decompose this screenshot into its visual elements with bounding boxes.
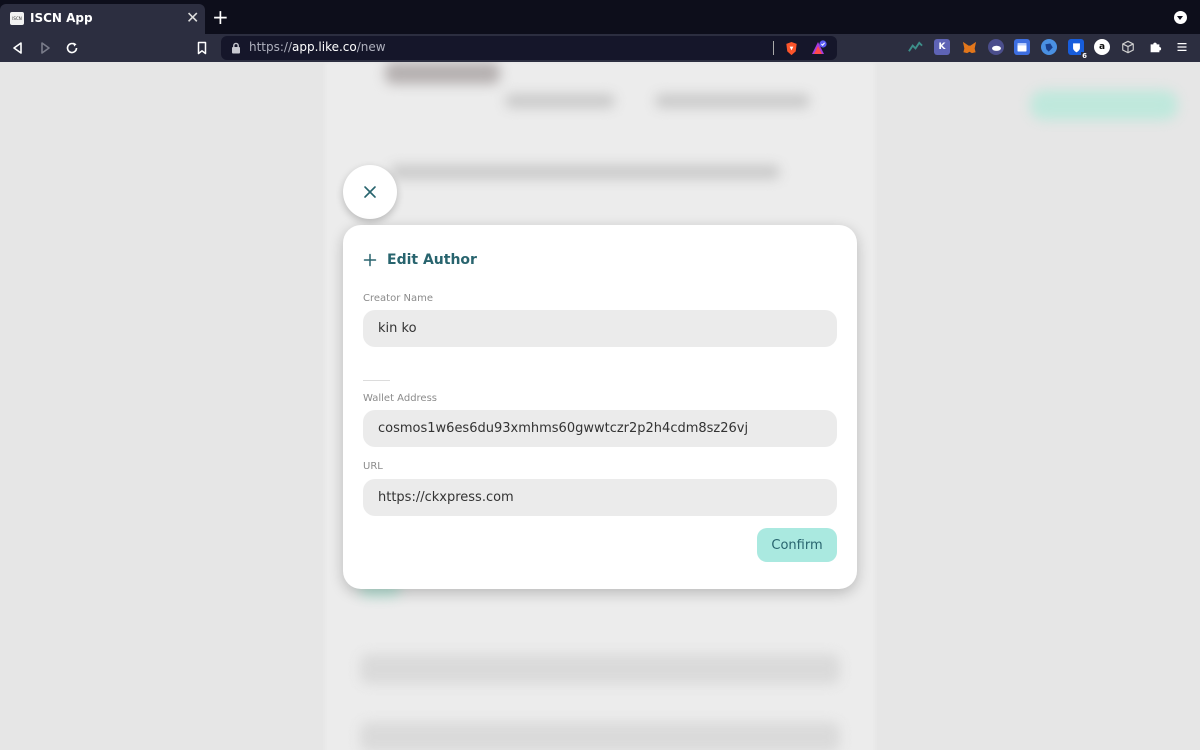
wallet-address-label: Wallet Address [363, 393, 438, 404]
extension-a-icon[interactable]: a [1094, 39, 1110, 55]
close-icon [364, 186, 376, 198]
tab-favicon-icon: ISCN [10, 12, 24, 25]
new-tab-icon[interactable]: + [212, 7, 229, 27]
extension-cube-icon[interactable] [1120, 39, 1136, 55]
extension-k-icon[interactable]: K [934, 39, 950, 55]
url-label: URL [363, 461, 383, 472]
tab-list-menu-icon[interactable] [1174, 11, 1187, 24]
close-dialog-button[interactable] [343, 165, 397, 219]
bitwarden-badge: 6 [1081, 52, 1088, 60]
edit-author-dialog: Edit Author Creator Name Wallet Address … [343, 225, 857, 589]
brave-shield-icon[interactable] [783, 40, 799, 56]
plus-icon [363, 253, 377, 267]
url-separator [773, 41, 774, 55]
background-field [360, 654, 840, 684]
back-icon[interactable] [8, 38, 28, 58]
extension-chart-icon[interactable] [907, 39, 923, 55]
creator-name-label: Creator Name [363, 293, 433, 304]
dialog-title: Edit Author [387, 252, 477, 268]
browser-menu-icon[interactable] [1174, 39, 1190, 55]
background-text [505, 94, 615, 108]
wallet-address-input[interactable] [363, 410, 837, 447]
metamask-fox-icon[interactable] [961, 39, 977, 55]
reload-icon[interactable] [62, 38, 82, 58]
url-text: https://app.like.co/new [249, 40, 386, 54]
tab-title: ISCN App [30, 11, 93, 25]
bitwarden-shield-icon[interactable]: 6 [1068, 39, 1088, 60]
extension-cloud-icon[interactable] [988, 39, 1004, 55]
background-field [360, 722, 840, 750]
extension-calendar-icon[interactable] [1014, 39, 1030, 55]
background-text [655, 94, 810, 108]
browser-tab-bar: ISCN ISCN App ✕ + [0, 0, 1200, 34]
extensions-puzzle-icon[interactable] [1147, 39, 1163, 55]
background-avatar [385, 62, 500, 84]
browser-tab[interactable]: ISCN ISCN App ✕ [0, 4, 205, 34]
section-divider [363, 380, 390, 381]
url-input[interactable] [363, 479, 837, 516]
lock-icon [232, 42, 240, 54]
bookmark-icon[interactable] [192, 38, 212, 58]
address-bar[interactable]: https://app.like.co/new [221, 36, 837, 60]
extension-globe-icon[interactable] [1041, 39, 1057, 55]
forward-icon[interactable] [35, 38, 55, 58]
dialog-header: Edit Author [363, 250, 477, 270]
tab-close-icon[interactable]: ✕ [186, 8, 199, 28]
creator-name-input[interactable] [363, 310, 837, 347]
brave-rewards-icon[interactable] [811, 40, 827, 56]
confirm-button[interactable]: Confirm [757, 528, 837, 562]
background-text [390, 165, 780, 179]
browser-toolbar: https://app.like.co/new K 6 a [0, 34, 1200, 62]
background-button [1030, 90, 1178, 120]
